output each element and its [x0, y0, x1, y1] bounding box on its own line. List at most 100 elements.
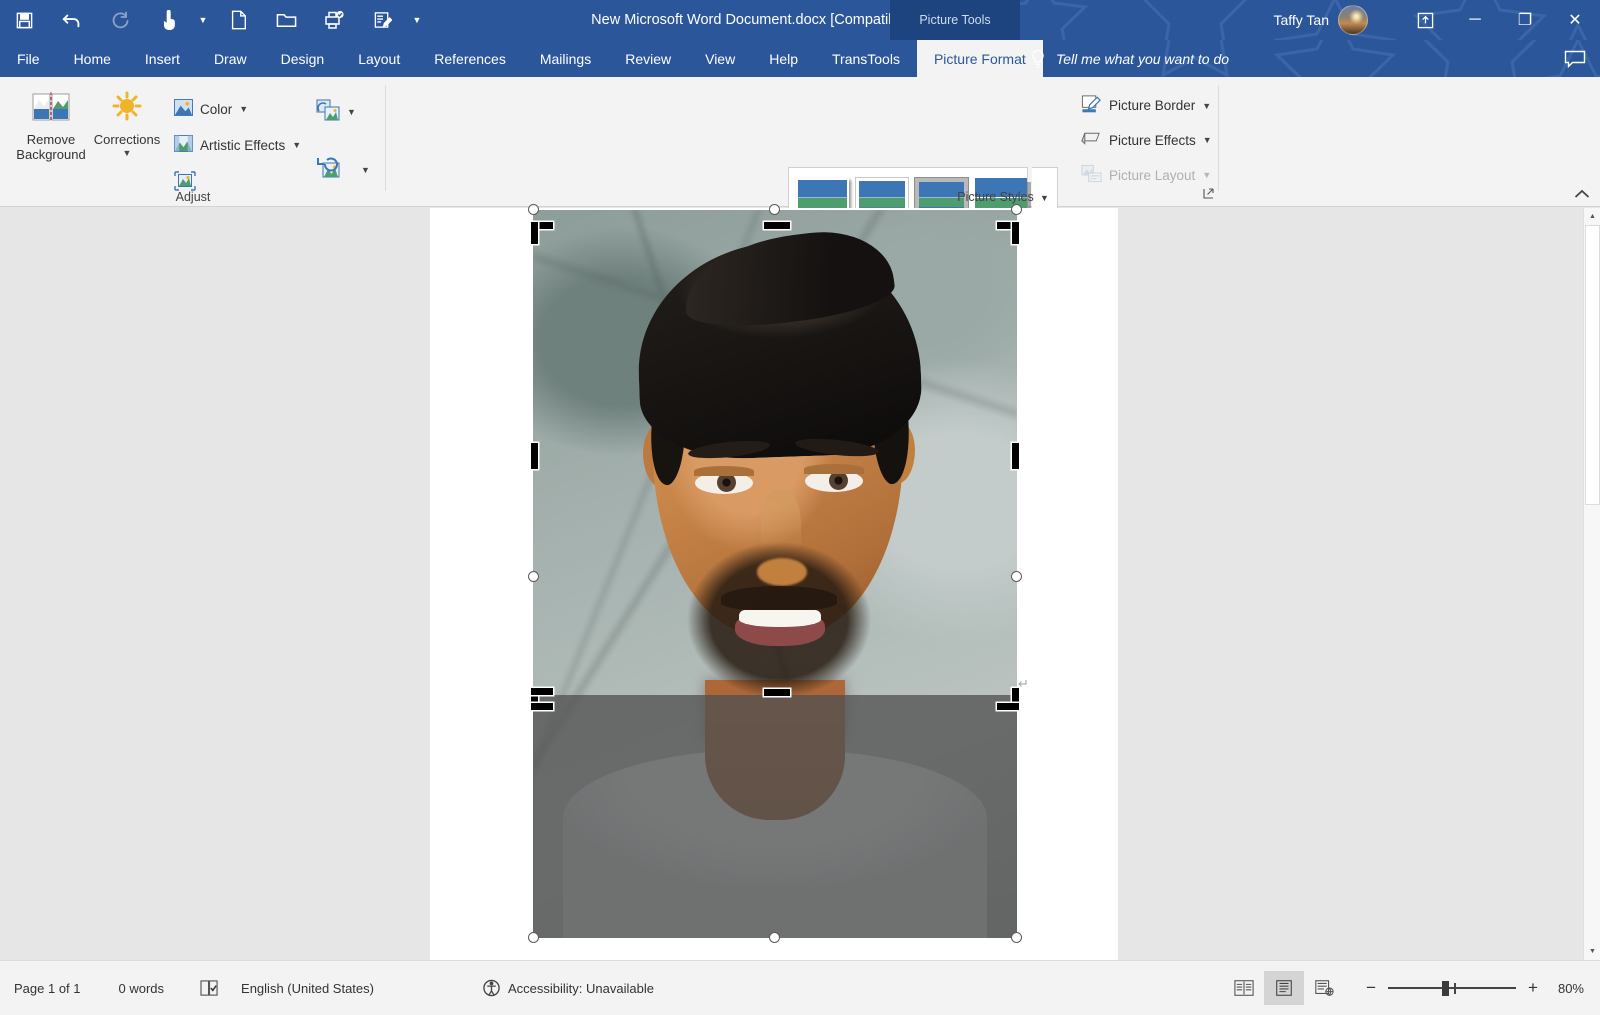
customize-qat-chevron-down-icon[interactable]: ▼ [406, 2, 428, 38]
collapse-ribbon-icon[interactable] [1574, 188, 1590, 203]
paragraph-mark: ↵ [1018, 676, 1029, 691]
proofing-errors-icon[interactable] [200, 979, 219, 997]
page-number-status[interactable]: Page 1 of 1 [14, 981, 81, 996]
vertical-scrollbar[interactable]: ▲ ▼ [1583, 208, 1600, 960]
crop-handle-left-center[interactable] [531, 443, 538, 469]
zoom-level-status[interactable]: 80% [1558, 981, 1584, 996]
change-picture-button[interactable]: ▼ [316, 99, 356, 124]
scrollbar-thumb[interactable] [1585, 225, 1600, 505]
tab-insert[interactable]: Insert [128, 40, 197, 77]
scroll-up-icon[interactable]: ▲ [1584, 208, 1600, 225]
tab-review[interactable]: Review [608, 40, 688, 77]
selected-picture[interactable] [528, 204, 1022, 943]
account-info[interactable]: Taffy Tan [1273, 0, 1368, 40]
ribbon-display-options-icon[interactable] [1400, 0, 1450, 40]
crop-handle-bottom-left-h2[interactable] [531, 703, 553, 710]
reset-picture-chevron-down-icon[interactable]: ▼ [361, 165, 370, 175]
zoom-in-button[interactable]: + [1528, 978, 1538, 998]
status-bar[interactable]: Page 1 of 1 0 words English (United Stat… [0, 960, 1600, 1015]
tell-me-search[interactable]: Tell me what you want to do [1030, 40, 1229, 77]
tab-home[interactable]: Home [57, 40, 128, 77]
ribbon-tab-strip: File Home Insert Draw Design Layout Refe… [0, 40, 1600, 77]
tab-mailings[interactable]: Mailings [523, 40, 608, 77]
save-icon[interactable] [0, 2, 48, 38]
close-button[interactable]: ✕ [1550, 0, 1600, 40]
open-folder-icon[interactable] [262, 2, 310, 38]
sizing-handle-bottom-right[interactable] [1011, 932, 1022, 943]
change-picture-chevron-down-icon[interactable]: ▼ [347, 107, 356, 117]
print-layout-icon[interactable] [1264, 971, 1305, 1005]
scroll-down-icon[interactable]: ▼ [1584, 943, 1600, 960]
tab-draw[interactable]: Draw [197, 40, 264, 77]
ribbon: Remove Background Corrections ▼ Color ▼ … [0, 77, 1600, 229]
color-chevron-down-icon[interactable]: ▼ [239, 104, 248, 114]
color-button[interactable]: Color ▼ [174, 99, 248, 119]
ribbon-group-size: Crop ▼ 14.65 cm ▲▼ 14.65 [1283, 77, 1523, 207]
ribbon-group-adjust: Remove Background Corrections ▼ Color ▼ … [0, 77, 386, 207]
corrections-chevron-down-icon[interactable]: ▼ [123, 148, 132, 158]
accessibility-status[interactable]: Accessibility: Unavailable [482, 979, 654, 997]
comments-icon[interactable] [1564, 40, 1586, 77]
crop-handle-bottom-left-h[interactable] [531, 688, 553, 695]
artistic-effects-button[interactable]: Artistic Effects ▼ [174, 135, 301, 155]
remove-background-label-line1: Remove [26, 131, 76, 147]
quick-access-toolbar[interactable]: ▼ ▼ [0, 0, 428, 40]
zoom-slider[interactable] [1388, 980, 1517, 996]
photo-mustache [721, 586, 837, 610]
sizing-handle-top-center[interactable] [769, 204, 780, 215]
minimize-button[interactable]: ─ [1450, 0, 1500, 40]
restore-button[interactable]: ❐ [1500, 0, 1550, 40]
crop-handle-top-left-v[interactable] [531, 222, 538, 244]
crop-handle-bottom-center[interactable] [764, 689, 790, 696]
ribbon-tabs[interactable]: File Home Insert Draw Design Layout Refe… [0, 40, 1043, 77]
language-status[interactable]: English (United States) [241, 981, 374, 996]
print-preview-icon[interactable] [310, 2, 358, 38]
touch-mode-icon[interactable] [144, 2, 192, 38]
lightbulb-icon [1032, 49, 1044, 68]
crop-handle-right-center[interactable] [1012, 443, 1019, 469]
tab-references[interactable]: References [417, 40, 523, 77]
sizing-handle-bottom-center[interactable] [769, 932, 780, 943]
sizing-handle-bottom-left[interactable] [528, 932, 539, 943]
change-picture-icon [316, 99, 340, 124]
reset-picture-button[interactable]: ▼ [316, 157, 370, 182]
touch-mode-chevron-down-icon[interactable]: ▼ [192, 2, 214, 38]
sizing-handle-middle-right[interactable] [1011, 571, 1022, 582]
tab-transtools[interactable]: TransTools [815, 40, 917, 77]
corrections-button[interactable]: Corrections ▼ [92, 91, 162, 158]
crop-handle-bottom-right-h[interactable] [997, 703, 1019, 710]
redo-icon[interactable] [96, 2, 144, 38]
web-layout-icon[interactable] [1304, 971, 1344, 1005]
artistic-effects-chevron-down-icon[interactable]: ▼ [292, 140, 301, 150]
zoom-slider-track [1388, 987, 1517, 989]
zoom-slider-thumb[interactable] [1442, 981, 1450, 996]
sizing-handle-top-right[interactable] [1011, 204, 1022, 215]
tab-view[interactable]: View [688, 40, 752, 77]
tab-layout[interactable]: Layout [341, 40, 417, 77]
remove-background-icon [32, 91, 70, 129]
crop-handle-top-center[interactable] [764, 222, 790, 229]
undo-icon[interactable] [48, 2, 96, 38]
zoom-out-button[interactable]: − [1366, 978, 1376, 998]
edit-document-icon[interactable] [358, 2, 406, 38]
read-mode-icon[interactable] [1224, 971, 1264, 1005]
new-document-icon[interactable] [214, 2, 262, 38]
title-bar: ▼ ▼ New Microsoft Word Document.docx [Co… [0, 0, 1600, 40]
crop-handle-top-right-v[interactable] [1012, 222, 1019, 244]
ribbon-group-arrange: Position ▼ Wrap Text ▼ [923, 77, 1283, 207]
remove-background-button[interactable]: Remove Background [14, 91, 88, 163]
tab-help[interactable]: Help [752, 40, 815, 77]
remove-background-label-line2: Background [16, 146, 86, 162]
ribbon-group-accessibility: Alt Text Accessibility [833, 77, 923, 207]
tab-design[interactable]: Design [264, 40, 342, 77]
group-label-adjust: Adjust [175, 190, 211, 204]
photo-left-eyelid [694, 466, 754, 476]
tab-picture-format[interactable]: Picture Format [916, 40, 1043, 77]
sizing-handle-top-left[interactable] [528, 204, 539, 215]
sizing-handle-middle-left[interactable] [528, 571, 539, 582]
tab-file[interactable]: File [0, 40, 57, 77]
window-controls[interactable]: ─ ❐ ✕ [1400, 0, 1600, 40]
avatar[interactable] [1338, 5, 1368, 35]
word-count-status[interactable]: 0 words [119, 981, 165, 996]
artistic-effects-icon [174, 135, 193, 155]
